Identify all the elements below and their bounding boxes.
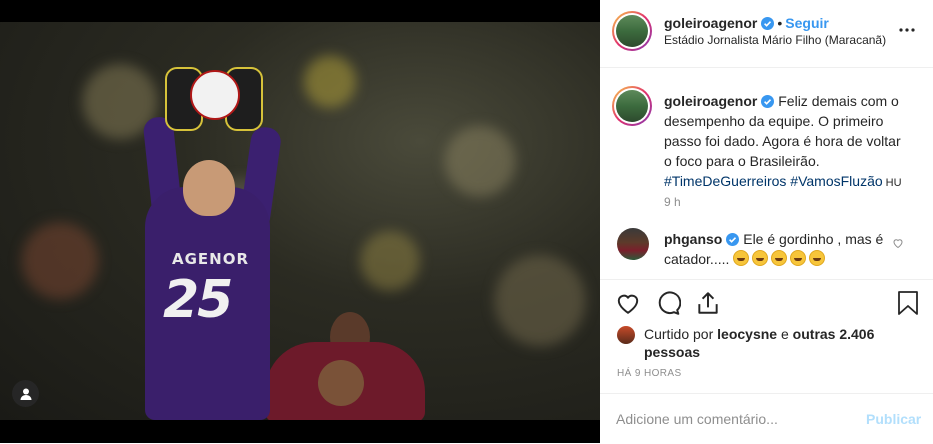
commenter-avatar[interactable] xyxy=(617,228,649,260)
comment: phganso Ele é gordinho , mas é catador..… xyxy=(664,229,894,269)
comment-bubble-icon[interactable] xyxy=(655,290,681,316)
comments-section: goleiroagenor Feliz demais com o desempe… xyxy=(600,68,933,280)
post-timestamp[interactable]: HÁ 9 HORAS xyxy=(617,368,682,379)
verified-badge-icon xyxy=(761,17,775,30)
laughing-emoji-icon xyxy=(733,250,750,266)
follow-button[interactable]: Seguir xyxy=(785,15,829,31)
laughing-emoji-icon xyxy=(771,250,788,266)
laughing-emoji-group xyxy=(733,250,828,267)
like-heart-icon[interactable] xyxy=(615,290,641,316)
tagged-users-button[interactable] xyxy=(12,380,39,407)
jersey-name: AGENOR xyxy=(172,250,250,268)
caption-author-avatar[interactable] xyxy=(612,86,652,126)
goalkeeper-head xyxy=(183,160,235,216)
football xyxy=(190,70,240,120)
verified-badge-icon xyxy=(726,233,740,246)
caption-username[interactable]: goleiroagenor xyxy=(664,93,757,109)
location-link[interactable]: Estádio Jornalista Mário Filho (Maracanã… xyxy=(664,33,886,47)
more-options-icon[interactable] xyxy=(898,21,916,39)
add-comment-bar: Adicione um comentário... Publicar xyxy=(600,393,933,444)
user-icon xyxy=(20,388,31,400)
caption-time: 9 h xyxy=(664,195,681,209)
post-header: goleiroagenor • Seguir Estádio Jornalista … xyxy=(600,0,933,68)
hashtag-link[interactable]: #TimeDeGuerreiros xyxy=(664,173,786,189)
header-line: goleiroagenor • Seguir xyxy=(664,15,829,31)
author-avatar[interactable] xyxy=(612,11,652,51)
laughing-emoji-icon xyxy=(790,250,807,266)
opponent-player-head xyxy=(318,360,364,406)
laughing-emoji-icon xyxy=(752,250,769,266)
verified-badge-icon xyxy=(761,95,775,108)
bookmark-icon[interactable] xyxy=(896,290,920,316)
likes-text: Curtido por leocysne e outras 2.406 pess… xyxy=(644,325,904,361)
hashtag-link[interactable]: #VamosFluzão xyxy=(790,173,882,189)
laughing-emoji-icon xyxy=(809,250,826,266)
caption: goleiroagenor Feliz demais com o desempe… xyxy=(664,91,904,193)
liker-username[interactable]: leocysne xyxy=(717,326,777,342)
comment-input[interactable]: Adicione um comentário... xyxy=(616,411,778,427)
author-username[interactable]: goleiroagenor xyxy=(664,15,757,31)
likes-middle: e xyxy=(780,326,789,342)
commenter-username[interactable]: phganso xyxy=(664,231,722,247)
liker-avatar[interactable] xyxy=(617,326,635,344)
likes-prefix: Curtido por xyxy=(644,326,714,342)
post-sidebar: goleiroagenor • Seguir Estádio Jornalista … xyxy=(600,0,933,443)
publish-button[interactable]: Publicar xyxy=(866,411,921,427)
comment-like-heart-icon[interactable] xyxy=(892,237,904,249)
post-actions xyxy=(600,280,933,328)
post-photo[interactable]: AGENOR 25 xyxy=(0,22,600,420)
separator-dot: • xyxy=(777,15,783,31)
jersey-number: 25 xyxy=(163,270,233,330)
caption-tag: HU xyxy=(885,177,902,189)
share-icon[interactable] xyxy=(695,290,721,316)
post-photo-pane: AGENOR 25 xyxy=(0,0,600,443)
